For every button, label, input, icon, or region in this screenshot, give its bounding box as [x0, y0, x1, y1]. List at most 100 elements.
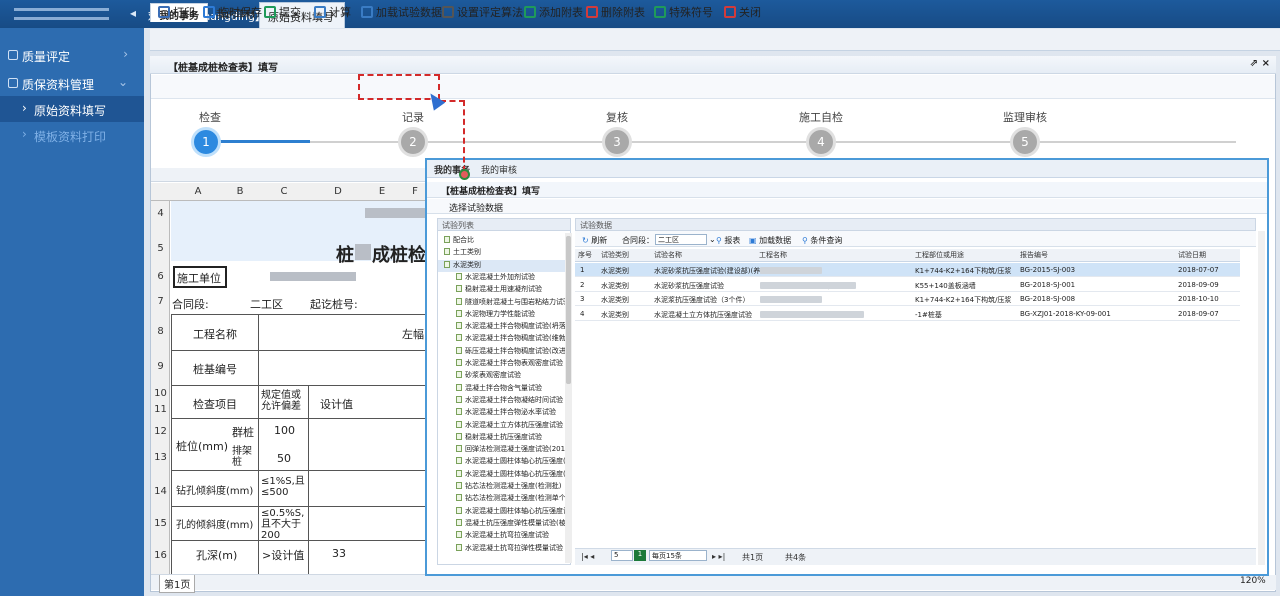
toolbar-button-7[interactable]: 删除附表: [586, 4, 645, 22]
tree-item[interactable]: 水泥混凝土拌合物表观密度试验: [438, 358, 565, 370]
dialog-title: 【桩基成桩检查表】填写: [427, 182, 1267, 198]
table-scrollbar[interactable]: [1258, 231, 1265, 565]
row-number[interactable]: 14: [151, 486, 170, 497]
tree-item[interactable]: 水泥混凝土拌合物泌水率试验: [438, 407, 565, 419]
tree-item[interactable]: 水泥混凝土拌合物凝结时间试验: [438, 395, 565, 407]
page-size-select[interactable]: 5: [611, 550, 633, 561]
row-number[interactable]: 6: [151, 271, 170, 282]
tree-item[interactable]: 水泥混凝土圆柱体轴心抗压强度试验: [438, 506, 565, 518]
col-header[interactable]: D: [326, 186, 350, 197]
row-number[interactable]: 7: [151, 296, 170, 307]
row-number[interactable]: 5: [151, 243, 170, 254]
toolbar-button-3[interactable]: 计算: [314, 4, 351, 22]
sheet-tab-1[interactable]: 第1页: [159, 575, 196, 593]
tree-item[interactable]: 隧道喷射混凝土与围岩粘结力试验: [438, 297, 565, 309]
column-header[interactable]: 试验日期: [1178, 250, 1206, 260]
row-number[interactable]: 4: [151, 208, 170, 219]
step-circle[interactable]: 3: [602, 127, 632, 157]
tree-folder[interactable]: 配合比: [438, 235, 565, 247]
tolerance-header: 规定值或允许偏差: [261, 390, 301, 412]
sidebar-item-template-print[interactable]: › 模板资料打印: [0, 122, 144, 148]
row-pile-value[interactable]: 50: [277, 452, 291, 465]
step-circle[interactable]: 4: [806, 127, 836, 157]
col-header[interactable]: C: [272, 186, 296, 197]
row-number[interactable]: 9: [151, 361, 170, 372]
row-number[interactable]: 10: [151, 388, 170, 399]
toolbar-button-5[interactable]: 设置评定算法: [442, 4, 523, 22]
tree-item[interactable]: 砂浆表观密度试验: [438, 370, 565, 382]
row-number[interactable]: 13: [151, 452, 170, 463]
dialog-tab-my-reviews[interactable]: 我的审核: [481, 163, 517, 176]
row-number[interactable]: 16: [151, 550, 170, 561]
column-header[interactable]: 试验名称: [654, 250, 682, 260]
tree-item[interactable]: 稳射混凝土用速凝剂试验: [438, 284, 565, 296]
column-header[interactable]: 序号: [578, 250, 592, 260]
tree-item[interactable]: 水泥物理力学性能试验: [438, 309, 565, 321]
pager-next-icons[interactable]: ▸ ▸|: [712, 552, 725, 561]
toolbar-button-6[interactable]: 添加附表: [524, 4, 583, 22]
tree-item[interactable]: 水泥混凝土圆柱体轴心抗压强度(试: [438, 456, 565, 468]
step-circle-active[interactable]: 1: [191, 127, 221, 157]
col-header[interactable]: E: [372, 186, 392, 197]
tree-item[interactable]: 水泥混凝土圆柱体轴心抗压强度(芯: [438, 469, 565, 481]
tree-item[interactable]: 水泥混凝土拌合物稠度试验(坍落度: [438, 321, 565, 333]
tree-item[interactable]: 钻芯法检测混凝土强度(检测单个构: [438, 493, 565, 505]
sidebar-item-qa-docs[interactable]: 质保资料管理 ⌄: [0, 70, 144, 96]
toolbar-button-2[interactable]: 提交: [264, 4, 301, 22]
col-header[interactable]: B: [228, 186, 252, 197]
tree-item[interactable]: 水泥混凝土抗弯拉弹性模量试验: [438, 543, 565, 555]
hole-depth-value[interactable]: 33: [332, 547, 346, 560]
tree-scroll-thumb[interactable]: [566, 236, 571, 384]
load-data-button[interactable]: ▣ 加载数据: [749, 235, 791, 246]
project-name-value[interactable]: 左幅: [402, 326, 424, 342]
construction-unit-cell[interactable]: 施工单位: [173, 266, 227, 288]
contract-value[interactable]: 二工区: [250, 296, 283, 312]
per-page-select[interactable]: 每页15条: [649, 550, 707, 561]
current-page[interactable]: 1: [634, 550, 646, 561]
tree-folder[interactable]: 土工类别: [438, 247, 565, 259]
toolbar-button-1[interactable]: 临时保存: [203, 4, 262, 22]
refresh-button[interactable]: ↻ 刷新: [582, 235, 607, 246]
row-number[interactable]: 8: [151, 326, 170, 337]
col-header[interactable]: A: [186, 186, 210, 197]
tree-item[interactable]: 水泥混凝土立方体抗压强度试验: [438, 420, 565, 432]
query-button[interactable]: ⚲ 条件查询: [802, 235, 842, 246]
pager-nav-icons[interactable]: |◂ ◂: [581, 552, 594, 561]
tree-item[interactable]: 稳射混凝土抗压强度试验: [438, 432, 565, 444]
row-number[interactable]: 12: [151, 426, 170, 437]
report-button[interactable]: ⚲ 报表: [716, 235, 740, 246]
tree-item[interactable]: 水泥混凝土抗弯拉强度试验: [438, 530, 565, 542]
row-number[interactable]: 15: [151, 518, 170, 529]
step-circle[interactable]: 2: [398, 127, 428, 157]
col-header[interactable]: F: [405, 186, 425, 197]
tree-item[interactable]: 钻芯法检测混凝土强度(检测批): [438, 481, 565, 493]
zoom-level[interactable]: 120%: [1240, 576, 1266, 586]
tree-item[interactable]: 水泥混凝土拌合物稠度试验(维勃稠: [438, 333, 565, 345]
tree-item[interactable]: 混凝土抗压强度弹性模量试验(棱柱: [438, 518, 565, 530]
toolbar-button-4[interactable]: 加载试验数据: [361, 4, 442, 22]
panel-title-text: 【桩基成桩检查表】填写: [168, 63, 278, 74]
chevron-down-icon[interactable]: ⌄: [709, 235, 716, 244]
step-circle[interactable]: 5: [1010, 127, 1040, 157]
toolbar-button-9[interactable]: 关闭: [724, 4, 761, 22]
toolbar-button-label: 提交: [279, 6, 301, 19]
toolbar-button-8[interactable]: 特殊符号: [654, 4, 713, 22]
tree-item[interactable]: 回弹法检测混凝土强度试验(2011): [438, 444, 565, 456]
row-number[interactable]: 11: [151, 404, 170, 415]
group-pile-value[interactable]: 100: [274, 424, 295, 437]
contract-select[interactable]: 二工区: [655, 234, 707, 245]
column-header[interactable]: 报告编号: [1020, 250, 1048, 260]
collapse-sidebar-icon[interactable]: ◂: [130, 6, 136, 20]
column-header[interactable]: 工程部位或用途: [915, 250, 964, 260]
column-header[interactable]: 试验类别: [601, 250, 629, 260]
tree-item[interactable]: 混凝土拌合物含气量试验: [438, 383, 565, 395]
sidebar-item-quality[interactable]: 质量评定 ›: [0, 42, 144, 68]
sidebar-item-original-data[interactable]: › 原始资料填写: [0, 96, 144, 122]
tree-item[interactable]: 砾压混凝土拌合物稠度试验(改进VC: [438, 346, 565, 358]
column-header[interactable]: 工程名称: [759, 250, 787, 260]
toolbar-button-0[interactable]: 打印: [158, 4, 195, 22]
tree-folder[interactable]: 水泥类别: [438, 259, 565, 272]
pin-close-icons[interactable]: ⇗ ×: [1250, 58, 1270, 69]
tree-item[interactable]: 水泥混凝土外加剂试验: [438, 272, 565, 284]
pile-number-label: 桩基编号: [193, 363, 237, 376]
